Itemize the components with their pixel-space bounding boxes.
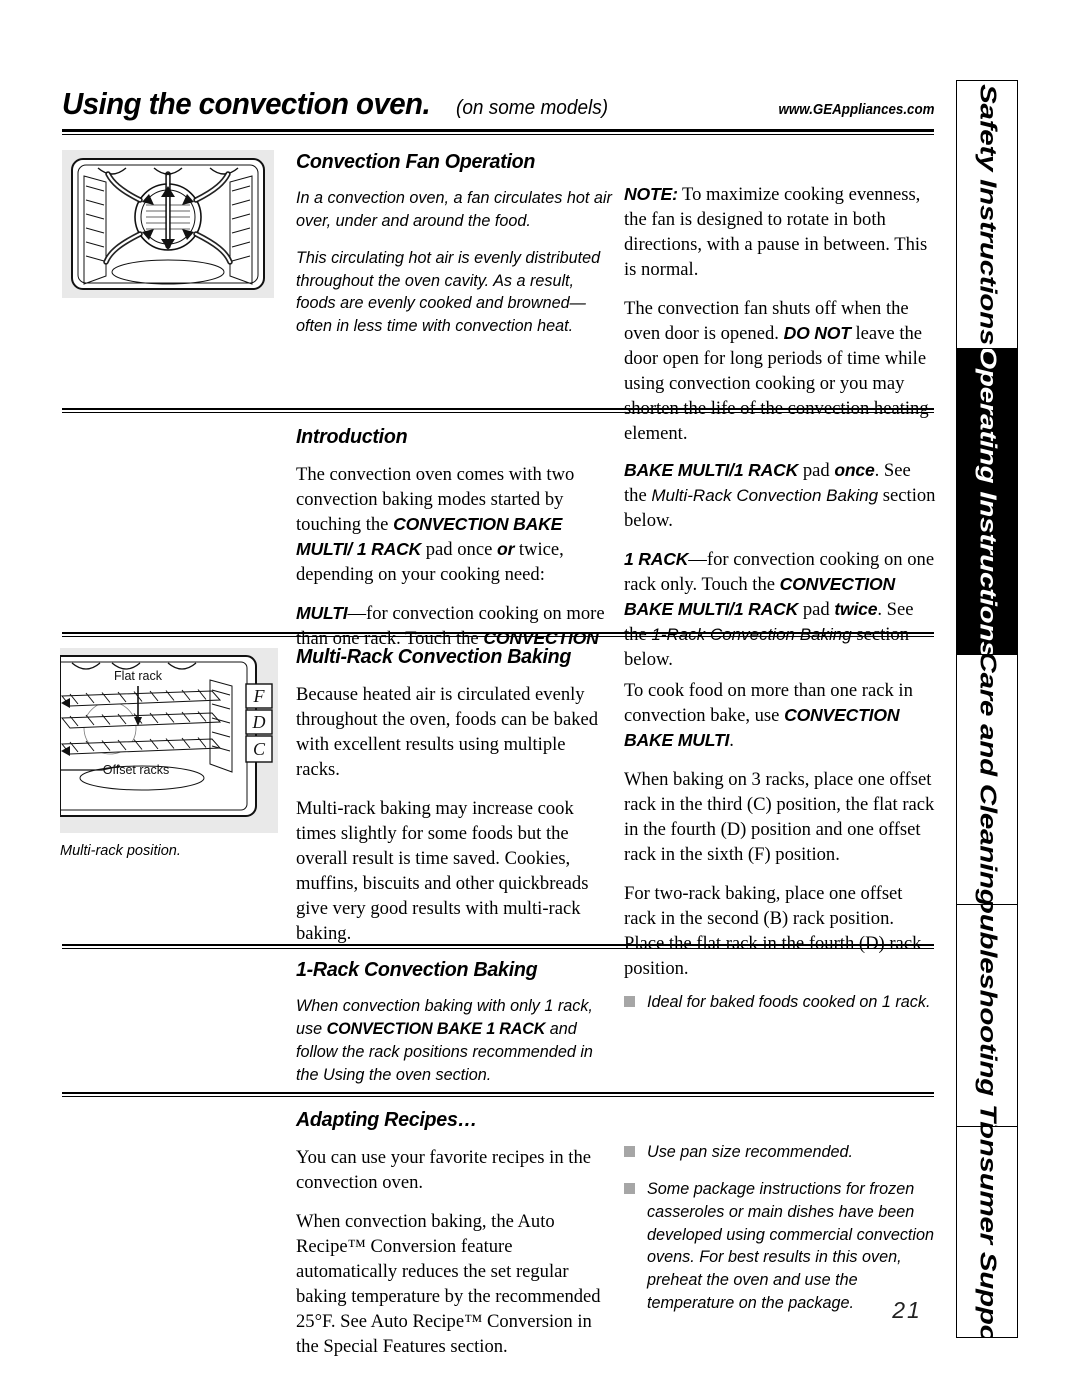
section-reference: Multi-Rack Convection Baking	[651, 486, 879, 505]
section-tab-strip: Safety Instructions Operating Instructio…	[956, 80, 1018, 1338]
paragraph: The convection oven comes with two conve…	[296, 462, 614, 587]
text-run: pad once	[421, 539, 498, 560]
paragraph: When baking on 3 racks, place one offset…	[624, 769, 935, 865]
list-item: Ideal for baked foods cooked on 1 rack.	[624, 991, 936, 1014]
section-multi-rack-left: Multi-Rack Convection Baking Because hea…	[296, 645, 614, 960]
emphasis-twice: twice	[834, 599, 878, 619]
tab-label: Care and Cleaning	[974, 654, 1001, 904]
section-convection-fan-operation-right: NOTE: To maximize cooking evenness, the …	[624, 182, 936, 460]
text-run: pad	[798, 599, 835, 620]
tab-label: Troubleshooting Tips	[974, 904, 1001, 1126]
tab-troubleshooting-tips[interactable]: Troubleshooting Tips	[956, 904, 1018, 1126]
section-heading: Introduction	[296, 425, 408, 448]
section-heading: Multi-Rack Convection Baking	[296, 645, 572, 668]
pad-name: BAKE MULTI/1 RACK	[624, 460, 799, 480]
bullet-list: Ideal for baked foods cooked on 1 rack.	[624, 991, 936, 1014]
pad-name: CONVECTION BAKE 1 RACK	[326, 1019, 546, 1038]
section-adapting-recipes-left: Adapting Recipes… You can use your favor…	[296, 1108, 614, 1373]
paragraph: Because heated air is circulated evenly …	[296, 684, 599, 780]
paragraph: Multi-rack baking may increase cook time…	[296, 798, 589, 944]
section-divider	[62, 408, 934, 413]
paragraph: BAKE MULTI/1 RACK pad once. See the Mult…	[624, 458, 936, 533]
note-label: NOTE:	[624, 184, 678, 204]
paragraph: 1 RACK—for convection cooking on one rac…	[624, 547, 936, 672]
tab-label: Operating Instructions	[974, 348, 1001, 654]
website-url: www.GEAppliances.com	[778, 102, 934, 118]
rack-letter-c: C	[253, 739, 266, 759]
section-introduction-right: BAKE MULTI/1 RACK pad once. See the Mult…	[624, 458, 936, 686]
emphasis-or: or	[497, 539, 515, 559]
section-divider	[62, 944, 934, 949]
tab-operating-instructions[interactable]: Operating Instructions	[956, 348, 1018, 654]
paragraph: To cook food on more than one rack in co…	[624, 678, 936, 753]
tab-consumer-support[interactable]: Consumer Support	[956, 1126, 1018, 1338]
list-item: Use pan size recommended.	[624, 1141, 936, 1164]
paragraph: When convection baking, the Auto Recipe™…	[296, 1211, 601, 1357]
paragraph: In a convection oven, a fan circulates h…	[296, 189, 612, 230]
emphasis-once: once	[834, 460, 875, 480]
manual-page: Using the convection oven. (on some mode…	[0, 0, 1080, 1397]
tab-label: Consumer Support	[974, 1126, 1001, 1338]
section-heading: 1-Rack Convection Baking	[296, 958, 538, 981]
section-one-rack-left: 1-Rack Convection Baking When convection…	[296, 958, 614, 1100]
paragraph: For two-rack baking, place one offset ra…	[624, 883, 922, 979]
section-heading: Adapting Recipes…	[296, 1108, 478, 1131]
rack-letter-d: D	[252, 712, 266, 732]
mode-multi: MULTI	[296, 603, 348, 623]
page-number: 21	[892, 1297, 922, 1323]
bullet-list: Use pan size recommended. Some package i…	[624, 1141, 936, 1315]
mode-one-rack: 1 RACK	[624, 549, 689, 569]
tab-safety-instructions[interactable]: Safety Instructions	[956, 80, 1018, 348]
header-rule	[62, 129, 934, 135]
section-divider	[62, 632, 934, 637]
paragraph: This circulating hot air is evenly distr…	[296, 248, 601, 336]
tab-label: Safety Instructions	[974, 83, 1001, 346]
emphasis-do-not: DO NOT	[783, 323, 851, 343]
section-one-rack-right: Ideal for baked foods cooked on 1 rack.	[624, 991, 936, 1028]
label-flat-rack: Flat rack	[114, 669, 163, 683]
rack-letter-f: F	[253, 686, 266, 706]
label-offset-racks: Offset racks	[103, 763, 169, 777]
section-introduction-left: Introduction The convection oven comes w…	[296, 425, 614, 665]
page-title: Using the convection oven.	[62, 86, 431, 121]
tab-care-and-cleaning[interactable]: Care and Cleaning	[956, 654, 1018, 904]
text-run: pad	[798, 460, 835, 481]
multi-rack-oven-icon: F D C Flat rack Offset racks	[59, 648, 278, 833]
page-header: Using the convection oven. (on some mode…	[62, 86, 934, 135]
page-subtitle: (on some models)	[456, 97, 609, 119]
convection-oven-airflow-icon	[62, 150, 274, 298]
paragraph: MULTI—for convection cooking on more tha…	[296, 601, 614, 651]
section-divider	[62, 1092, 934, 1097]
paragraph: You can use your favorite recipes in the…	[296, 1147, 592, 1193]
paragraph: The convection fan shuts off when the ov…	[624, 296, 936, 446]
section-convection-fan-operation-left: Convection Fan Operation In a convection…	[296, 150, 614, 352]
list-item: Some package instructions for frozen cas…	[624, 1178, 936, 1315]
figure-multi-rack-position: F D C Flat rack Offset racks Multi-rack …	[59, 648, 278, 859]
text-run: .	[729, 730, 734, 751]
paragraph: NOTE: To maximize cooking evenness, the …	[624, 182, 936, 282]
paragraph: When convection baking with only 1 rack,…	[296, 995, 614, 1086]
figure-caption: Multi-rack position.	[60, 843, 181, 859]
section-heading: Convection Fan Operation	[296, 150, 536, 173]
figure-convection-airflow	[62, 150, 274, 298]
